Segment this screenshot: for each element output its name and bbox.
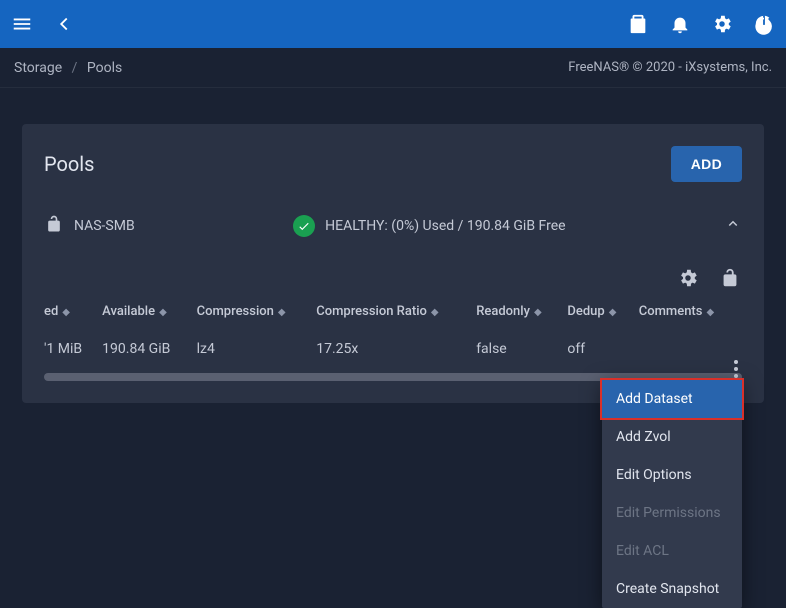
col-used[interactable]: ed◆ bbox=[44, 294, 102, 333]
clipboard-icon[interactable] bbox=[626, 12, 650, 36]
pools-panel: Pools ADD NAS-SMB HEALTHY: (0%) Used / 1… bbox=[22, 124, 764, 403]
breadcrumb: Storage / Pools bbox=[14, 60, 122, 76]
pool-status-text: HEALTHY: (0%) Used / 190.84 GiB Free bbox=[325, 218, 565, 234]
cell-used: '1 MiB bbox=[44, 333, 102, 367]
pool-settings-icon[interactable] bbox=[676, 266, 700, 290]
cell-comments bbox=[639, 333, 742, 367]
col-readonly[interactable]: Readonly◆ bbox=[476, 294, 567, 333]
pool-summary-row[interactable]: NAS-SMB HEALTHY: (0%) Used / 190.84 GiB … bbox=[22, 200, 764, 256]
cell-available: 190.84 GiB bbox=[102, 333, 196, 367]
table-row[interactable]: '1 MiB 190.84 GiB lz4 17.25x false off bbox=[44, 333, 742, 367]
cell-compression-ratio: 17.25x bbox=[316, 333, 476, 367]
menu-icon[interactable] bbox=[10, 12, 34, 36]
cell-readonly: false bbox=[476, 333, 567, 367]
pool-name: NAS-SMB bbox=[74, 218, 135, 234]
pool-lock-icon[interactable] bbox=[718, 266, 742, 290]
breadcrumb-pools[interactable]: Pools bbox=[87, 60, 122, 76]
breadcrumb-storage[interactable]: Storage bbox=[14, 60, 62, 76]
context-menu: Add Dataset Add Zvol Edit Options Edit P… bbox=[602, 380, 742, 608]
cell-compression: lz4 bbox=[197, 333, 317, 367]
gear-icon[interactable] bbox=[710, 12, 734, 36]
col-comments[interactable]: Comments◆ bbox=[639, 294, 742, 333]
top-bar bbox=[0, 0, 786, 48]
menu-create-snapshot[interactable]: Create Snapshot bbox=[602, 570, 742, 608]
menu-edit-acl: Edit ACL bbox=[602, 532, 742, 570]
healthy-icon bbox=[293, 215, 315, 237]
col-compression-ratio[interactable]: Compression Ratio◆ bbox=[316, 294, 476, 333]
power-icon[interactable] bbox=[752, 12, 776, 36]
menu-add-zvol[interactable]: Add Zvol bbox=[602, 418, 742, 456]
col-available[interactable]: Available◆ bbox=[102, 294, 196, 333]
chevron-up-icon[interactable] bbox=[724, 215, 742, 237]
breadcrumb-separator: / bbox=[72, 60, 78, 76]
row-menu-icon[interactable] bbox=[730, 356, 742, 382]
cell-dedup: off bbox=[567, 333, 638, 367]
back-icon[interactable] bbox=[52, 12, 76, 36]
menu-edit-options[interactable]: Edit Options bbox=[602, 456, 742, 494]
col-compression[interactable]: Compression◆ bbox=[197, 294, 317, 333]
col-dedup[interactable]: Dedup◆ bbox=[567, 294, 638, 333]
breadcrumb-bar: Storage / Pools FreeNAS® © 2020 - iXsyst… bbox=[0, 48, 786, 88]
add-button[interactable]: ADD bbox=[671, 146, 742, 182]
page-title: Pools bbox=[44, 152, 95, 176]
menu-edit-permissions: Edit Permissions bbox=[602, 494, 742, 532]
bell-icon[interactable] bbox=[668, 12, 692, 36]
brand-footer: FreeNAS® © 2020 - iXsystems, Inc. bbox=[568, 60, 772, 75]
unlock-icon bbox=[44, 214, 64, 238]
menu-add-dataset[interactable]: Add Dataset bbox=[602, 380, 742, 418]
